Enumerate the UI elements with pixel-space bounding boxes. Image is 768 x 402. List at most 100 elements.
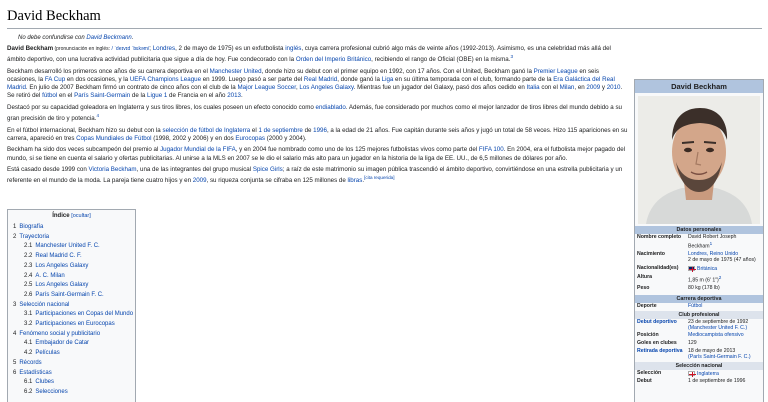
- label-debut[interactable]: Debut deportivo: [637, 319, 688, 332]
- row-retirement: Retirada deportiva 18 de mayo de 2013 (Pa…: [635, 348, 763, 362]
- link-manchester-united[interactable]: Manchester United: [210, 68, 262, 75]
- link-2009-b[interactable]: 2009: [193, 177, 207, 184]
- toc-item-label[interactable]: Biografía: [19, 224, 43, 230]
- value-selection[interactable]: Inglaterra: [697, 370, 719, 376]
- toc-item-label[interactable]: Los Angeles Galaxy: [35, 282, 88, 288]
- link-libras[interactable]: libras: [348, 177, 363, 184]
- link-fa-cup[interactable]: FA Cup: [45, 76, 65, 83]
- toc-item-label[interactable]: Trayectoria: [19, 234, 49, 240]
- toc-item-label[interactable]: Estadísticas: [19, 370, 51, 376]
- text-run: , donde hizo su debut con el primer equi…: [261, 67, 534, 75]
- link-2010[interactable]: 2010: [607, 84, 621, 91]
- reference-4[interactable]: 4: [96, 113, 99, 118]
- toc-item-number: 2.3: [24, 262, 33, 269]
- toc-item-label[interactable]: París Saint-Germain F. C.: [35, 292, 103, 298]
- toc-item-label[interactable]: A. C. Milan: [35, 273, 64, 279]
- toc-item[interactable]: 2.3 Los Angeles Galaxy: [13, 262, 130, 272]
- toc-item[interactable]: 3 Selección nacional: [13, 301, 130, 311]
- toc-item-number: 6.2: [24, 388, 33, 395]
- toc-item[interactable]: 2.4 A. C. Milan: [13, 272, 130, 282]
- link-milan[interactable]: Milan: [560, 84, 575, 91]
- toc-item-number: 2.2: [24, 253, 33, 260]
- row-selection: Selección Inglaterra: [635, 370, 763, 379]
- value-debut-club[interactable]: (Manchester United F. C.): [688, 325, 747, 331]
- table-of-contents: Índice [ocultar] 1 Biografía 2 Trayectoria 2…: [7, 209, 136, 402]
- toc-item[interactable]: 6.1 Clubes: [13, 378, 130, 388]
- toc-item[interactable]: 3.1 Participaciones en Copas del Mundo: [13, 310, 133, 320]
- link-1-septiembre[interactable]: 1 de septiembre: [258, 127, 302, 134]
- link-liga[interactable]: Liga: [382, 76, 394, 83]
- toc-item-label[interactable]: Participaciones en Copas del Mundo: [35, 311, 133, 317]
- value-retirement-club[interactable]: (París Saint-Germain F. C.): [688, 354, 751, 360]
- toc-item-label[interactable]: Selección nacional: [19, 302, 69, 308]
- toc-toggle-button[interactable]: [ocultar]: [71, 213, 91, 219]
- link-fifa-100[interactable]: FIFA 100: [479, 146, 504, 153]
- link-psg[interactable]: París Saint-Germain: [74, 92, 130, 99]
- hatnote-suffix: .: [131, 35, 134, 41]
- link-real-madrid[interactable]: Real Madrid: [304, 76, 337, 83]
- label-retirement[interactable]: Retirada deportiva: [637, 348, 688, 361]
- link-mls[interactable]: Major League Soccer: [237, 84, 295, 91]
- link-eurocopas[interactable]: Eurocopas: [235, 135, 265, 142]
- link-ligue-1[interactable]: Ligue 1: [147, 92, 167, 99]
- link-la-galaxy[interactable]: Los Angeles Galaxy: [299, 84, 353, 91]
- label-position: Posición: [637, 332, 659, 339]
- toc-item[interactable]: 2 Trayectoria: [13, 233, 130, 243]
- toc-item[interactable]: 2.5 Los Angeles Galaxy: [13, 281, 130, 291]
- value-position[interactable]: Mediocampista ofensivo: [688, 333, 761, 339]
- toc-item[interactable]: 4.1 Embajador de Catar: [13, 339, 130, 349]
- label-goals: Goles en clubes: [637, 340, 677, 347]
- link-futbol[interactable]: fútbol: [42, 92, 57, 99]
- toc-item-label[interactable]: Récords: [19, 360, 41, 366]
- link-italia[interactable]: Italia: [527, 84, 540, 91]
- section-pro-club: Club profesional: [635, 310, 763, 319]
- toc-item-label[interactable]: Películas: [35, 350, 59, 356]
- link-copas-mundiales[interactable]: Copas Mundiales de Fútbol: [76, 135, 151, 142]
- toc-item[interactable]: 2.2 Real Madrid C. F.: [13, 252, 130, 262]
- uk-flag-icon: [688, 265, 696, 272]
- link-champions-league[interactable]: UEFA Champions League: [130, 76, 201, 83]
- toc-item-label[interactable]: Participaciones en Eurocopas: [35, 321, 114, 327]
- toc-item[interactable]: 6 Estadísticas: [13, 369, 130, 379]
- link-spice-girls[interactable]: Spice Girls: [253, 166, 283, 173]
- toc-item[interactable]: 4 Fenómeno social y publicitario: [13, 330, 130, 340]
- link-ingles[interactable]: inglés: [285, 45, 301, 52]
- value-sport[interactable]: Fútbol: [688, 303, 761, 310]
- link-seleccion-inglaterra[interactable]: selección de fútbol de Inglaterra: [162, 127, 250, 134]
- toc-item-label[interactable]: Clubes: [35, 379, 54, 385]
- text-run: Está casado desde 1999 con: [7, 166, 89, 174]
- link-1996[interactable]: 1996: [313, 127, 327, 134]
- reference-2[interactable]: 2: [719, 275, 722, 280]
- value-nationality[interactable]: Británica: [697, 266, 717, 272]
- portrait-photo[interactable]: [638, 96, 760, 224]
- reference-1[interactable]: 1: [710, 241, 713, 246]
- link-premier-league[interactable]: Premier League: [534, 68, 578, 75]
- toc-item[interactable]: 5 Récords: [13, 359, 130, 369]
- toc-item[interactable]: 6.2 Selecciones: [13, 388, 130, 398]
- toc-item[interactable]: 2.6 París Saint-Germain F. C.: [13, 291, 130, 301]
- link-jugador-mundial-fifa[interactable]: Jugador Mundial de la FIFA: [160, 146, 236, 153]
- reference-3[interactable]: 3: [510, 54, 513, 59]
- link-endiablado[interactable]: endiablado: [316, 104, 346, 111]
- toc-item[interactable]: 4.2 Películas: [13, 349, 130, 359]
- toc-item-label[interactable]: Fenómeno social y publicitario: [19, 331, 100, 337]
- toc-item-label[interactable]: Selecciones: [35, 389, 67, 395]
- link-orden-imperio[interactable]: Orden del Imperio Británico: [296, 56, 371, 63]
- article-body: David Beckham (pronunciación en inglés: …: [7, 45, 629, 189]
- link-londres[interactable]: Londres: [153, 45, 175, 52]
- link-2013[interactable]: 2013: [227, 92, 241, 99]
- pronunciation-ipa-link[interactable]: / ˈdeɪvɪd ˈbɛkəm/: [111, 46, 149, 52]
- toc-item[interactable]: 3.2 Participaciones en Eurocopas: [13, 320, 130, 330]
- citation-needed[interactable]: [cita requerida]: [364, 175, 394, 180]
- toc-item[interactable]: 1 Biografía: [13, 223, 130, 233]
- hatnote-link[interactable]: David Beckmann: [86, 35, 131, 41]
- toc-item-label[interactable]: Real Madrid C. F.: [35, 253, 81, 259]
- link-2009[interactable]: 2009: [586, 84, 600, 91]
- text-run: . Mientras fue un jugador del Galaxy, pa…: [353, 84, 527, 92]
- toc-item[interactable]: 2.1 Manchester United F. C.: [13, 242, 130, 252]
- toc-item-label[interactable]: Los Angeles Galaxy: [35, 263, 88, 269]
- toc-item-label[interactable]: Embajador de Catar: [35, 340, 89, 346]
- link-victoria-beckham[interactable]: Victoria Beckham: [89, 166, 137, 173]
- row-intl-debut: Debut 1 de septiembre de 1996: [635, 378, 763, 386]
- toc-item-label[interactable]: Manchester United F. C.: [35, 243, 99, 249]
